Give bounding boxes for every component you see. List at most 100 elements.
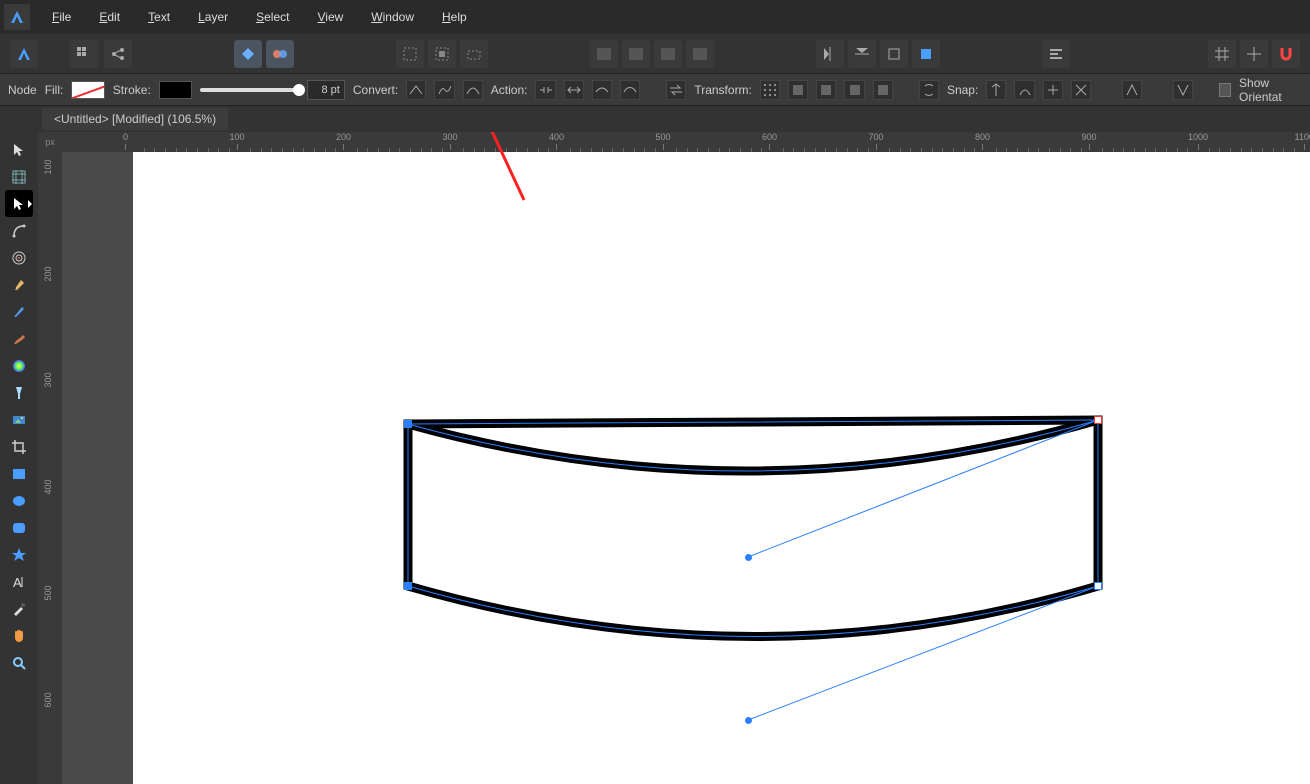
menu-view[interactable]: View: [303, 4, 357, 30]
snap-magnet-button[interactable]: [1272, 40, 1300, 68]
rectangle-tool[interactable]: [5, 460, 33, 487]
convert-smooth-button[interactable]: [434, 80, 454, 100]
action-break-button[interactable]: [535, 80, 555, 100]
pen-tool[interactable]: [5, 271, 33, 298]
app-logo-button[interactable]: [10, 40, 38, 68]
bezier-handle-2[interactable]: [745, 717, 752, 724]
text-tool[interactable]: A: [5, 568, 33, 595]
node-top-left[interactable]: [404, 420, 412, 428]
flip-h-button[interactable]: [816, 40, 844, 68]
align-button[interactable]: [1042, 40, 1070, 68]
select-all-button[interactable]: [396, 40, 424, 68]
arrange-button-2[interactable]: [622, 40, 650, 68]
transform-label: Transform:: [694, 83, 752, 97]
node-tool[interactable]: [5, 190, 33, 217]
menu-window[interactable]: Window: [357, 4, 428, 30]
target-tool[interactable]: [5, 244, 33, 271]
ruler-horizontal: 010020030040050060070080090010001100: [62, 132, 1310, 152]
stroke-label: Stroke:: [113, 83, 151, 97]
node-bottom-left[interactable]: [404, 582, 412, 590]
snap-1-button[interactable]: [986, 80, 1006, 100]
snap-3-button[interactable]: [1043, 80, 1063, 100]
corner-tool[interactable]: [5, 217, 33, 244]
convert-smart-button[interactable]: [463, 80, 483, 100]
artboard-tool[interactable]: [5, 163, 33, 190]
document-tabs: <Untitled> [Modified] (106.5%): [0, 106, 1310, 132]
main-toolbar: [0, 34, 1310, 74]
menu-layer[interactable]: Layer: [184, 4, 242, 30]
snap-6-button[interactable]: [1173, 80, 1193, 100]
fill-label: Fill:: [45, 83, 64, 97]
zoom-tool[interactable]: [5, 649, 33, 676]
color-wheel-tool[interactable]: [5, 352, 33, 379]
stroke-width-slider[interactable]: [200, 88, 299, 92]
action-reverse-button[interactable]: [666, 80, 686, 100]
brush-tool[interactable]: [5, 325, 33, 352]
action-label: Action:: [491, 83, 528, 97]
move-tool[interactable]: [5, 136, 33, 163]
ruler-corner: px: [38, 132, 62, 152]
fill-swatch[interactable]: [71, 81, 104, 99]
action-smooth-button[interactable]: [592, 80, 612, 100]
arrange-button-1[interactable]: [590, 40, 618, 68]
canvas-area[interactable]: px 010020030040050060070080090010001100 …: [38, 132, 1310, 784]
image-tool[interactable]: [5, 406, 33, 433]
select-visible-button[interactable]: [428, 40, 456, 68]
action-close-button[interactable]: [564, 80, 584, 100]
snap-5-button[interactable]: [1122, 80, 1142, 100]
pencil-tool[interactable]: [5, 298, 33, 325]
rotate-cw-button[interactable]: [912, 40, 940, 68]
tool-label: Node: [8, 83, 37, 97]
select-transform-button[interactable]: [460, 40, 488, 68]
eyedropper-tool[interactable]: [5, 595, 33, 622]
transform-move-button[interactable]: [760, 80, 780, 100]
menu-help[interactable]: Help: [428, 4, 481, 30]
transform-separate-button[interactable]: [919, 80, 939, 100]
stroke-width-field[interactable]: 8 pt: [307, 80, 344, 100]
node-bottom-right[interactable]: [1094, 582, 1102, 590]
app-icon: [4, 4, 30, 30]
svg-text:A: A: [13, 575, 22, 590]
snap-label: Snap:: [947, 83, 978, 97]
menu-select[interactable]: Select: [242, 4, 303, 30]
menubar: FileEditTextLayerSelectViewWindowHelp: [0, 0, 1310, 34]
tools-panel: A: [0, 132, 38, 784]
workspace: A px 01002003004005006007008009001000110…: [0, 132, 1310, 784]
snap-2-button[interactable]: [1014, 80, 1034, 100]
rounded-rect-tool[interactable]: [5, 514, 33, 541]
flip-v-button[interactable]: [848, 40, 876, 68]
show-orientation-label: Show Orientat: [1239, 76, 1302, 104]
snap-grid-button[interactable]: [1208, 40, 1236, 68]
node-top-right-selected[interactable]: [1094, 416, 1102, 424]
glass-tool[interactable]: [5, 379, 33, 406]
bezier-handle-1[interactable]: [745, 554, 752, 561]
menu-edit[interactable]: Edit: [85, 4, 134, 30]
menu-file[interactable]: File: [38, 4, 85, 30]
ruler-vertical: 100200300400500600: [38, 152, 62, 784]
snap-guides-button[interactable]: [1240, 40, 1268, 68]
context-toolbar: Node Fill: Stroke: 8 pt Convert: Action:…: [0, 74, 1310, 106]
transform-5-button[interactable]: [873, 80, 893, 100]
transform-2-button[interactable]: [788, 80, 808, 100]
hand-tool[interactable]: [5, 622, 33, 649]
action-join-button[interactable]: [620, 80, 640, 100]
snap-4-button[interactable]: [1071, 80, 1091, 100]
persona-designer-button[interactable]: [234, 40, 262, 68]
menu-text[interactable]: Text: [134, 4, 184, 30]
persona-pixel-button[interactable]: [266, 40, 294, 68]
arrange-button-4[interactable]: [686, 40, 714, 68]
share-button[interactable]: [104, 40, 132, 68]
crop-tool[interactable]: [5, 433, 33, 460]
show-orientation-checkbox[interactable]: [1219, 83, 1231, 97]
rotate-ccw-button[interactable]: [880, 40, 908, 68]
transform-4-button[interactable]: [844, 80, 864, 100]
transform-3-button[interactable]: [816, 80, 836, 100]
grid-button[interactable]: [70, 40, 98, 68]
stroke-swatch[interactable]: [159, 81, 192, 99]
arrange-button-3[interactable]: [654, 40, 682, 68]
canvas[interactable]: [133, 152, 1310, 784]
star-tool[interactable]: [5, 541, 33, 568]
convert-sharp-button[interactable]: [406, 80, 426, 100]
ellipse-tool[interactable]: [5, 487, 33, 514]
document-tab[interactable]: <Untitled> [Modified] (106.5%): [42, 108, 228, 130]
